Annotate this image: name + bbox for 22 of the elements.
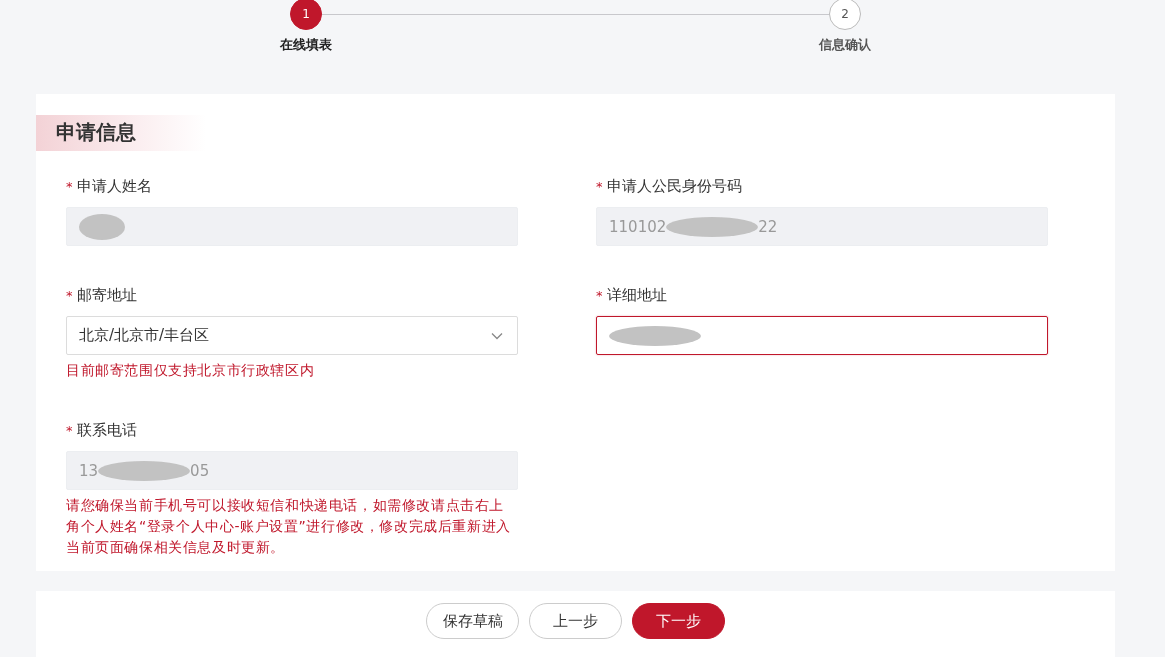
field-label: 联系电话 <box>76 421 137 439</box>
step-label: 在线填表 <box>280 36 332 54</box>
hint-text: 目前邮寄范围仅支持北京市行政辖区内 <box>66 361 316 380</box>
secondary-button[interactable]: 保存草稿 <box>426 603 519 639</box>
required-mark: * <box>596 288 603 303</box>
hint-text: 请您确保当前手机号可以接收短信和快递电话，如需修改请点击右上角个人姓名“登录个人中心-账户设置”进行修改，修改完成后重新进入当前页面确保相关信息及时更新。 <box>66 496 512 557</box>
input-field[interactable] <box>596 316 1048 355</box>
select-field[interactable]: 北京/北京市/丰台区 <box>66 316 518 355</box>
field-label: 申请人公民身份号码 <box>606 177 742 195</box>
field-label: 申请人姓名 <box>76 177 152 195</box>
next-button[interactable]: 下一步 <box>632 603 725 639</box>
step-number: 2 <box>829 0 861 30</box>
required-mark: * <box>66 423 73 438</box>
field-label: 详细地址 <box>606 286 667 304</box>
step-number: 1 <box>290 0 322 30</box>
chevron-down-icon <box>491 332 503 340</box>
required-mark: * <box>66 179 73 194</box>
required-mark: * <box>66 288 73 303</box>
field-label: 邮寄地址 <box>76 286 137 304</box>
step-label: 信息确认 <box>819 36 871 54</box>
secondary-button[interactable]: 上一步 <box>529 603 622 639</box>
required-mark: * <box>596 179 603 194</box>
